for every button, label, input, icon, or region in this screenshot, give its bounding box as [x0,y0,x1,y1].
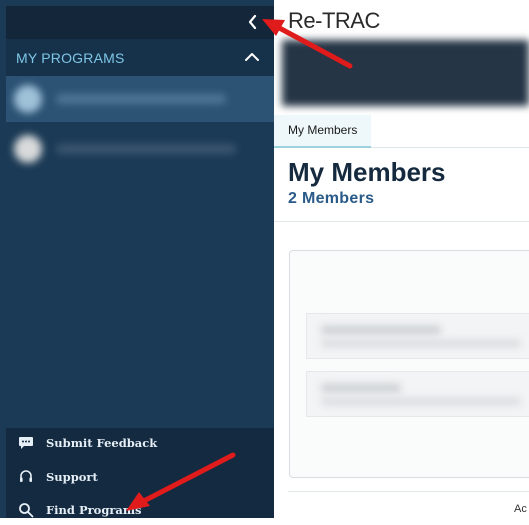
program-name-redacted [56,144,236,154]
member-row[interactable] [306,313,529,359]
support-link[interactable]: Support [6,462,274,492]
main-content: Re-TRAC My Members My Members 2 Members … [274,0,529,518]
member-count: 2 Members [288,190,375,207]
program-list [6,76,274,172]
tab-bar: My Members [274,115,529,148]
member-detail-redacted [321,340,521,347]
chevron-left-icon [248,14,257,30]
member-detail-redacted [321,398,521,405]
program-avatar [14,85,42,113]
page-title: My Members [288,157,446,187]
footer-divider [288,491,529,492]
find-programs-link[interactable]: Find Programs [6,495,274,525]
find-programs-label: Find Programs [46,503,142,517]
program-banner-redacted [282,40,529,106]
sidebar: MY PROGRAMS Submit Feedback Support Find… [0,0,274,518]
support-label: Support [46,470,98,484]
program-name-redacted [56,94,226,104]
footer-text: Ac [514,503,527,515]
program-avatar [14,135,42,163]
headset-icon [6,469,46,485]
program-list-item[interactable] [6,76,274,122]
sidebar-footer: Submit Feedback Support Find Programs [6,428,274,518]
my-programs-title: MY PROGRAMS [16,50,125,66]
tab-my-members[interactable]: My Members [274,115,372,148]
member-name-redacted [321,384,401,392]
member-row[interactable] [306,371,529,417]
collapse-sidebar-button[interactable] [242,11,264,33]
program-list-item[interactable] [6,126,274,172]
search-icon [6,502,46,518]
submit-feedback-label: Submit Feedback [46,436,158,450]
my-programs-section-header[interactable]: MY PROGRAMS [6,39,274,76]
chat-icon [6,436,46,450]
member-name-redacted [321,326,441,334]
submit-feedback-link[interactable]: Submit Feedback [6,428,274,458]
app-title: Re-TRAC [288,8,380,33]
chevron-up-icon[interactable] [242,47,262,67]
members-card [289,250,529,478]
divider [274,221,529,222]
sidebar-header [6,6,274,39]
